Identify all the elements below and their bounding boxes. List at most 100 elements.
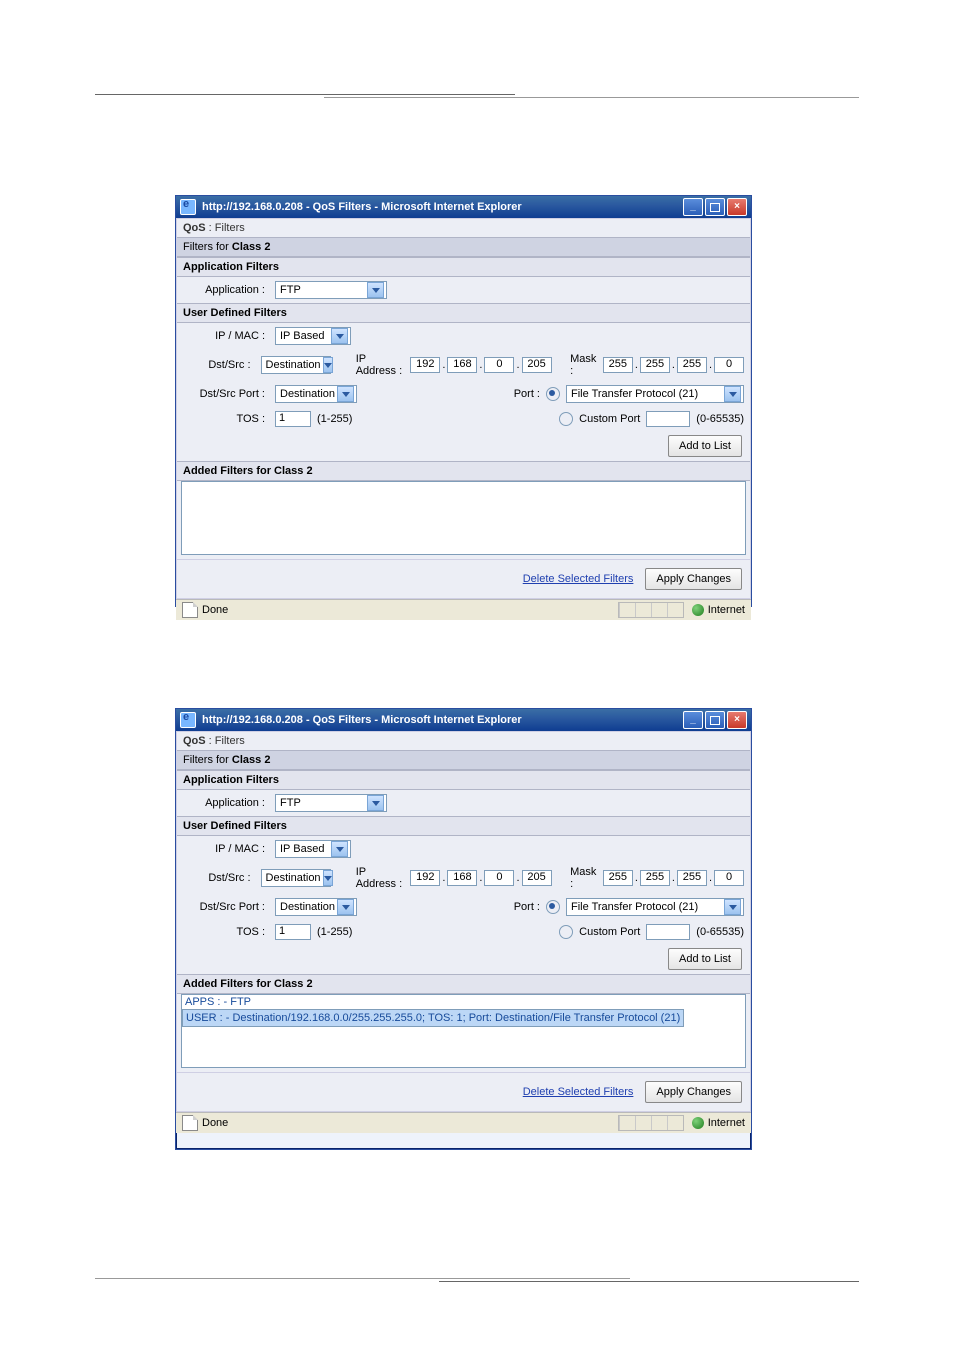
chevron-down-icon <box>323 870 333 886</box>
add-to-list-button[interactable]: Add to List <box>668 435 742 457</box>
application-label: Application : <box>183 797 269 809</box>
tos-label: TOS : <box>183 926 269 938</box>
dst-src-label: Dst/Src : <box>183 359 255 371</box>
preset-port-radio[interactable] <box>546 387 560 401</box>
globe-icon <box>692 604 704 616</box>
custom-port-radio[interactable] <box>559 925 573 939</box>
globe-icon <box>692 1117 704 1129</box>
added-filters-list[interactable] <box>181 481 746 555</box>
dst-src-port-label: Dst/Src Port : <box>183 388 269 400</box>
mask-input[interactable]: 255. 255. 255. 0 <box>603 357 744 373</box>
minimize-button[interactable]: _ <box>683 711 703 729</box>
chevron-down-icon <box>367 282 384 298</box>
window-2: http://192.168.0.208 - QoS Filters - Mic… <box>175 708 752 1150</box>
chevron-down-icon <box>337 899 354 915</box>
application-select[interactable]: FTP <box>275 794 387 812</box>
client-area: QoS : Filters Filters for Class 2 Applic… <box>176 731 751 1112</box>
custom-port-input[interactable] <box>646 411 690 427</box>
dst-src-select[interactable]: Destination <box>261 356 331 374</box>
ie-icon <box>180 199 196 215</box>
dst-src-port-label: Dst/Src Port : <box>183 901 269 913</box>
chevron-down-icon <box>724 899 741 915</box>
ip-mac-select[interactable]: IP Based <box>275 327 351 345</box>
page-icon <box>182 602 198 618</box>
minimize-button[interactable]: _ <box>683 198 703 216</box>
status-bar: Done Internet <box>176 599 751 620</box>
status-text: Done <box>202 604 228 616</box>
custom-port-range: (0-65535) <box>696 926 744 938</box>
page-title: QoS : Filters <box>177 732 750 750</box>
tos-range: (1-255) <box>317 413 352 425</box>
chevron-down-icon <box>367 795 384 811</box>
port-select[interactable]: File Transfer Protocol (21) <box>566 898 744 916</box>
application-label: Application : <box>183 284 269 296</box>
ie-icon <box>180 712 196 728</box>
application-select[interactable]: FTP <box>275 281 387 299</box>
ip-address-label: IP Address : <box>356 866 405 890</box>
status-zone: Internet <box>708 1117 745 1129</box>
chevron-down-icon <box>331 328 348 344</box>
add-to-list-button[interactable]: Add to List <box>668 948 742 970</box>
application-filters-header: Application Filters <box>177 257 750 277</box>
preset-port-radio[interactable] <box>546 900 560 914</box>
maximize-button[interactable] <box>705 711 725 729</box>
custom-port-label: Custom Port <box>579 926 640 938</box>
mask-label: Mask : <box>570 353 597 377</box>
application-filters-header: Application Filters <box>177 770 750 790</box>
user-defined-filters-header: User Defined Filters <box>177 816 750 836</box>
added-filters-list[interactable]: APPS : - FTP USER : - Destination/192.16… <box>181 994 746 1068</box>
window-title: http://192.168.0.208 - QoS Filters - Mic… <box>202 714 683 726</box>
custom-port-label: Custom Port <box>579 413 640 425</box>
close-button[interactable]: × <box>727 198 747 216</box>
ip-mac-select[interactable]: IP Based <box>275 840 351 858</box>
chevron-down-icon <box>337 386 354 402</box>
tos-input[interactable]: 1 <box>275 924 311 940</box>
port-label: Port : <box>514 388 540 400</box>
window-1: http://192.168.0.208 - QoS Filters - Mic… <box>175 195 752 607</box>
mask-label: Mask : <box>570 866 597 890</box>
ip-address-label: IP Address : <box>356 353 405 377</box>
filters-for-bar: Filters for Class 2 <box>177 237 750 257</box>
filters-for-bar: Filters for Class 2 <box>177 750 750 770</box>
port-select[interactable]: File Transfer Protocol (21) <box>566 385 744 403</box>
chevron-down-icon <box>331 841 348 857</box>
status-text: Done <box>202 1117 228 1129</box>
apply-changes-button[interactable]: Apply Changes <box>645 568 742 590</box>
chevron-down-icon <box>724 386 741 402</box>
list-item[interactable]: USER : - Destination/192.168.0.0/255.255… <box>182 1009 684 1027</box>
dst-src-port-select[interactable]: Destination <box>275 898 357 916</box>
status-divider <box>618 602 684 618</box>
list-item[interactable]: APPS : - FTP <box>182 995 745 1009</box>
ip-address-input[interactable]: 192. 168. 0. 205 <box>410 357 551 373</box>
close-button[interactable]: × <box>727 711 747 729</box>
tos-range: (1-255) <box>317 926 352 938</box>
page-title: QoS : Filters <box>177 219 750 237</box>
port-label: Port : <box>514 901 540 913</box>
tos-label: TOS : <box>183 413 269 425</box>
chevron-down-icon <box>323 357 333 373</box>
status-zone: Internet <box>708 604 745 616</box>
titlebar: http://192.168.0.208 - QoS Filters - Mic… <box>176 196 751 218</box>
status-divider <box>618 1115 684 1131</box>
titlebar: http://192.168.0.208 - QoS Filters - Mic… <box>176 709 751 731</box>
mask-input[interactable]: 255. 255. 255. 0 <box>603 870 744 886</box>
ip-address-input[interactable]: 192. 168. 0. 205 <box>410 870 551 886</box>
user-defined-filters-header: User Defined Filters <box>177 303 750 323</box>
custom-port-radio[interactable] <box>559 412 573 426</box>
custom-port-input[interactable] <box>646 924 690 940</box>
apply-changes-button[interactable]: Apply Changes <box>645 1081 742 1103</box>
dst-src-label: Dst/Src : <box>183 872 255 884</box>
window-title: http://192.168.0.208 - QoS Filters - Mic… <box>202 201 683 213</box>
page-icon <box>182 1115 198 1131</box>
maximize-button[interactable] <box>705 198 725 216</box>
delete-selected-link[interactable]: Delete Selected Filters <box>523 1086 634 1098</box>
tos-input[interactable]: 1 <box>275 411 311 427</box>
delete-selected-link[interactable]: Delete Selected Filters <box>523 573 634 585</box>
ip-mac-label: IP / MAC : <box>183 843 269 855</box>
dst-src-select[interactable]: Destination <box>261 869 331 887</box>
custom-port-range: (0-65535) <box>696 413 744 425</box>
added-filters-header: Added Filters for Class 2 <box>177 974 750 994</box>
status-bar: Done Internet <box>176 1112 751 1133</box>
added-filters-header: Added Filters for Class 2 <box>177 461 750 481</box>
dst-src-port-select[interactable]: Destination <box>275 385 357 403</box>
